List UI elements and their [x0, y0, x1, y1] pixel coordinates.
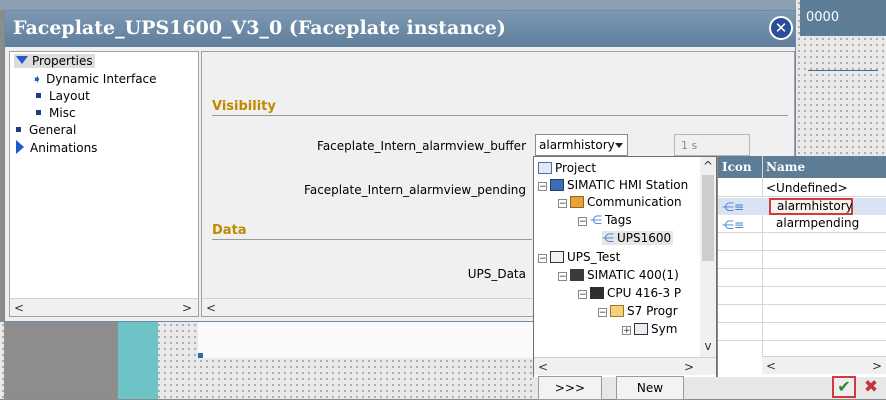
- background-strip: [0, 0, 886, 10]
- grid-line: [718, 322, 886, 323]
- more-button[interactable]: >>>: [538, 376, 602, 400]
- grid-line: [718, 268, 886, 269]
- expanded-triangle-icon: [16, 56, 28, 64]
- tree-node-ups-test[interactable]: − UPS_Test: [538, 250, 620, 264]
- tree-hscrollbar[interactable]: < >: [534, 357, 716, 375]
- tree-node-ups1600[interactable]: ⋲ UPS1600: [602, 231, 674, 245]
- chevron-down-icon[interactable]: [615, 143, 623, 148]
- s7-program-icon: [610, 305, 624, 317]
- tree-node-hmi-station[interactable]: − SIMATIC HMI Station: [538, 178, 688, 192]
- grid-line: [718, 340, 886, 341]
- tree-node-s7-program[interactable]: − S7 Progr: [598, 304, 678, 318]
- collapse-icon[interactable]: −: [578, 290, 587, 300]
- table-row-alarmhistory[interactable]: alarmhistory: [769, 198, 853, 215]
- grid-line: [718, 286, 886, 287]
- resize-handle[interactable]: [198, 353, 203, 358]
- cancel-button[interactable]: ✖: [862, 376, 880, 398]
- tree-item-properties[interactable]: Properties: [14, 54, 95, 68]
- ups-data-label: UPS_Data: [467, 267, 526, 281]
- square-bullet-icon: [36, 93, 41, 98]
- symbols-icon: [634, 323, 648, 335]
- buffer-label: Faceplate_Intern_alarmview_buffer: [317, 139, 526, 153]
- square-bullet-icon: [36, 110, 41, 115]
- section-divider: [212, 115, 788, 116]
- screen-object-grey[interactable]: [4, 322, 118, 399]
- dialog-title: Faceplate_UPS1600_V3_0 (Faceplate instan…: [13, 17, 506, 39]
- buffer-tag-combo[interactable]: alarmhistory: [535, 134, 628, 156]
- tree-item-dynamic-interface[interactable]: ➧ Dynamic Interface: [32, 72, 157, 86]
- grid-line: [718, 304, 886, 305]
- screen-object-teal[interactable]: [118, 322, 158, 399]
- tree-node-communication[interactable]: − Communication: [558, 195, 682, 209]
- tree-vscrollbar[interactable]: ^ v: [700, 157, 716, 357]
- tags-icon: ⋲: [602, 231, 614, 245]
- cpu-icon: [590, 287, 604, 299]
- tree-node-simatic-400[interactable]: − SIMATIC 400(1): [558, 268, 679, 282]
- tree-item-animations[interactable]: Animations: [16, 140, 97, 155]
- pending-label: Faceplate_Intern_alarmview_pending: [304, 183, 526, 197]
- tag-table: Icon Name <Undefined> ⋲≡ alarmhistory ⋲≡…: [717, 156, 886, 378]
- collapse-icon[interactable]: −: [598, 308, 607, 318]
- property-tree: Properties ➧ Dynamic Interface Layout Mis…: [9, 51, 199, 317]
- scroll-left-icon[interactable]: <: [202, 299, 220, 317]
- square-bullet-icon: [16, 127, 21, 132]
- grid-line: [718, 196, 886, 197]
- table-row-alarmpending[interactable]: alarmpending: [776, 216, 859, 230]
- collapsed-triangle-icon: [16, 140, 24, 154]
- tree-node-tags[interactable]: − ⋲ Tags: [578, 213, 632, 227]
- project-icon: [538, 162, 552, 174]
- background-divider: [808, 70, 878, 71]
- tags-icon: ⋲: [590, 213, 602, 227]
- scroll-right-icon[interactable]: >: [178, 299, 196, 317]
- tree-node-symbols[interactable]: + Sym: [622, 322, 677, 336]
- scroll-up-icon[interactable]: ^: [700, 157, 716, 175]
- arrow-right-icon: ➧: [32, 72, 43, 86]
- table-row-undefined[interactable]: <Undefined>: [766, 181, 848, 195]
- ok-button[interactable]: ✔: [832, 376, 856, 398]
- scroll-left-icon[interactable]: <: [762, 357, 780, 375]
- plc-station-icon: [570, 269, 584, 281]
- close-button[interactable]: ✕: [769, 16, 793, 40]
- tag-icon: ⋲≡: [722, 200, 745, 214]
- collapse-icon[interactable]: −: [538, 254, 547, 264]
- scroll-thumb[interactable]: [702, 175, 714, 261]
- collapse-icon[interactable]: −: [538, 182, 547, 192]
- buffer-cycle-field: 1 s: [674, 134, 750, 156]
- folder-icon: [570, 196, 584, 208]
- new-button[interactable]: New: [616, 376, 684, 400]
- tag-icon: ⋲≡: [722, 218, 745, 232]
- column-header-name[interactable]: Name: [766, 160, 805, 174]
- scroll-left-icon[interactable]: <: [10, 299, 28, 317]
- table-hscrollbar[interactable]: < >: [762, 356, 886, 374]
- grid-line: [718, 250, 886, 251]
- section-visibility: Visibility: [212, 99, 276, 114]
- collapse-icon[interactable]: −: [558, 199, 567, 209]
- tree-node-project[interactable]: Project: [538, 161, 596, 175]
- grid-line: [718, 232, 886, 233]
- scroll-left-icon[interactable]: <: [534, 358, 552, 376]
- background-header: 0000: [800, 0, 886, 36]
- collapse-icon[interactable]: −: [578, 217, 587, 227]
- tag-picker-tree: Project − SIMATIC HMI Station − Communicat…: [533, 156, 717, 378]
- hmi-station-icon: [550, 179, 564, 191]
- expand-icon[interactable]: +: [622, 326, 631, 336]
- section-data: Data: [212, 223, 247, 238]
- tree-item-general[interactable]: General: [16, 123, 76, 137]
- column-header-icon[interactable]: Icon: [722, 160, 752, 174]
- section-divider: [212, 239, 532, 240]
- grid-line: [762, 156, 763, 356]
- scroll-right-icon[interactable]: >: [868, 357, 886, 375]
- table-header: Icon Name: [718, 156, 886, 178]
- tree-node-cpu[interactable]: − CPU 416-3 P: [578, 286, 681, 300]
- tree-item-layout[interactable]: Layout: [36, 89, 90, 103]
- scroll-down-icon[interactable]: v: [700, 337, 716, 355]
- tree-item-misc[interactable]: Misc: [36, 106, 76, 120]
- buffer-tag-value: alarmhistory: [539, 138, 615, 152]
- left-hscrollbar[interactable]: < >: [10, 298, 198, 316]
- project-icon: [550, 251, 564, 263]
- scroll-right-icon[interactable]: >: [680, 358, 698, 376]
- collapse-icon[interactable]: −: [558, 272, 567, 282]
